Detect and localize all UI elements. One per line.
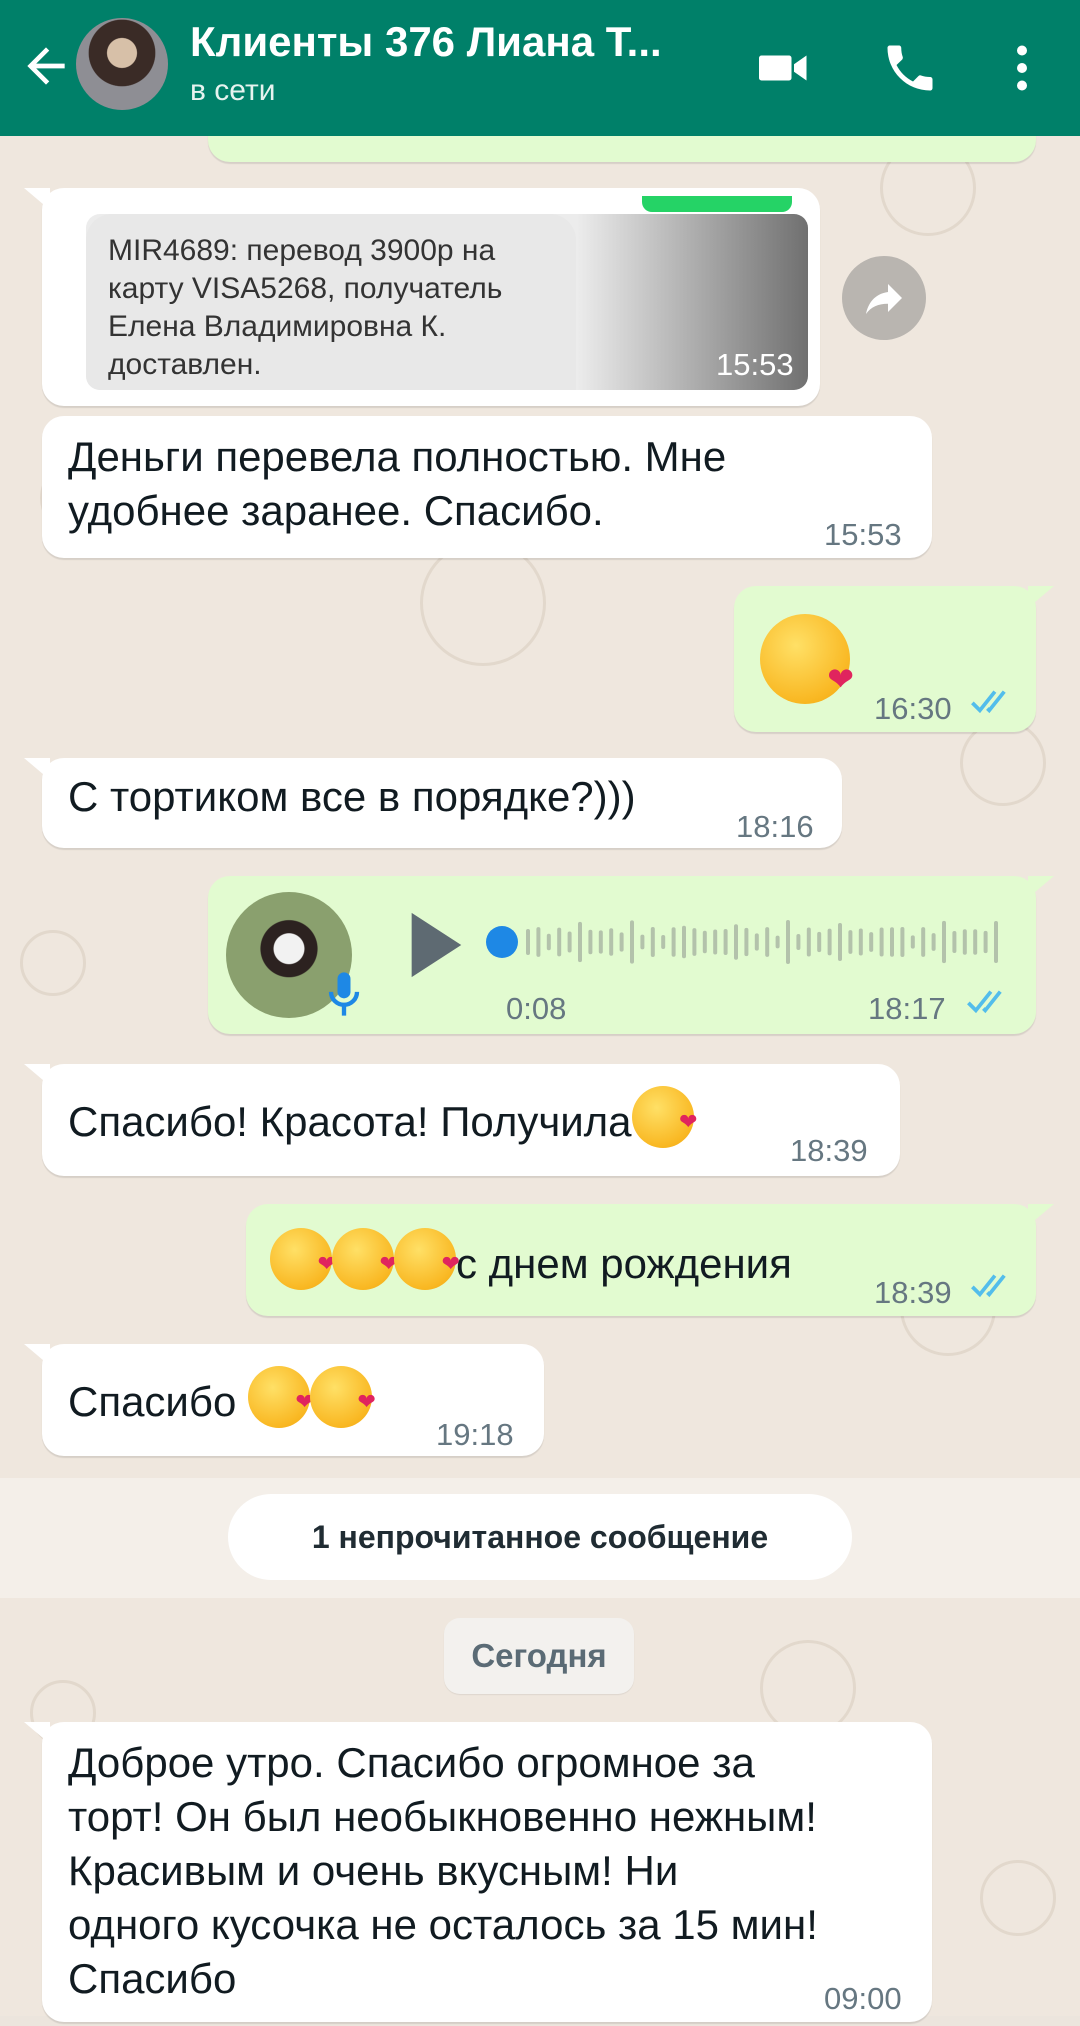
message-time: 18:17: [868, 991, 946, 1026]
more-options-icon[interactable]: [992, 38, 1052, 98]
unread-messages-label: 1 непрочитанное сообщение: [228, 1494, 852, 1580]
voice-waveform[interactable]: [484, 912, 1018, 972]
message-text: Спасибо: [68, 1378, 248, 1425]
kiss-emoji-icon: [394, 1228, 460, 1292]
sms-screenshot-image[interactable]: MIR4689: перевод 3900р на карту VISA5268…: [86, 214, 808, 390]
message-text: Спасибо: [68, 1955, 237, 2002]
message-text: одного кусочка не осталось за 15 мин!: [68, 1901, 818, 1948]
message-text: Спасибо! Красота! Получила: [68, 1098, 632, 1145]
message-time: 16:30: [874, 691, 952, 726]
kiss-emoji-icon: [247, 1366, 314, 1430]
chat-title[interactable]: Клиенты 376 Лиана Т...: [190, 18, 710, 66]
chat-header: Клиенты 376 Лиана Т... в сети: [0, 0, 1080, 136]
message-time: 15:53: [716, 347, 794, 382]
voice-call-icon[interactable]: [880, 38, 940, 98]
forward-button[interactable]: [842, 256, 926, 340]
voice-message[interactable]: 0:08 18:17: [208, 876, 1054, 1034]
incoming-message[interactable]: Спасибо! Красота! Получила 18:39: [24, 1064, 900, 1176]
video-call-icon[interactable]: [754, 38, 814, 98]
kiss-emoji-icon: [309, 1366, 376, 1430]
outgoing-message[interactable]: с днем рождения 18:39: [246, 1204, 1054, 1316]
read-ticks-icon: [971, 1274, 1006, 1298]
sms-bubble: MIR4689: перевод 3900р на карту VISA5268…: [86, 214, 576, 390]
sms-screenshot-edge: [642, 196, 792, 212]
image-message[interactable]: MIR4689: перевод 3900р на карту VISA5268…: [24, 188, 820, 406]
message-time: 19:18: [436, 1417, 514, 1452]
message-time: 18:39: [790, 1133, 868, 1168]
kiss-emoji-icon: [631, 1086, 698, 1150]
date-separator: Сегодня: [444, 1618, 634, 1694]
message-text: Доброе утро. Спасибо огромное за: [68, 1739, 755, 1786]
outgoing-message[interactable]: 16:30: [734, 586, 1054, 732]
microphone-icon: [328, 972, 360, 1016]
kiss-emoji-icon: [760, 614, 854, 706]
message-text: удобнее заранее. Спасибо.: [68, 487, 604, 534]
contact-avatar[interactable]: [76, 18, 168, 110]
kiss-emoji-icon: [270, 1228, 336, 1292]
incoming-message[interactable]: Деньги перевела полностью. Мне удобнее з…: [42, 416, 932, 558]
incoming-message[interactable]: Доброе утро. Спасибо огромное за торт! О…: [24, 1722, 932, 2022]
message-text: Деньги перевела полностью. Мне: [68, 433, 727, 480]
forward-icon: [866, 284, 902, 314]
voice-duration: 0:08: [506, 991, 567, 1026]
kiss-emoji-icon: [332, 1228, 398, 1292]
incoming-message[interactable]: С тортиком все в порядке?))) 18:16: [24, 758, 842, 848]
read-ticks-icon: [967, 990, 1002, 1014]
message-time: 09:00: [824, 1981, 902, 2016]
read-ticks-icon: [971, 690, 1006, 714]
back-arrow-icon[interactable]: [18, 38, 74, 94]
message-text: Красивым и очень вкусным! Ни: [68, 1847, 679, 1894]
message-text: с днем рождения: [456, 1240, 792, 1287]
sms-text: MIR4689: перевод 3900р на карту VISA5268…: [108, 234, 503, 381]
message-text: С тортиком все в порядке?))): [68, 773, 636, 820]
message-time: 18:16: [736, 809, 814, 844]
message-time: 18:39: [874, 1275, 952, 1310]
play-icon[interactable]: [404, 910, 466, 980]
contact-status: в сети: [190, 74, 276, 107]
message-text: торт! Он был необыкновенно нежным!: [68, 1793, 817, 1840]
incoming-message[interactable]: Спасибо 19:18: [24, 1344, 544, 1456]
message-time: 15:53: [824, 517, 902, 552]
